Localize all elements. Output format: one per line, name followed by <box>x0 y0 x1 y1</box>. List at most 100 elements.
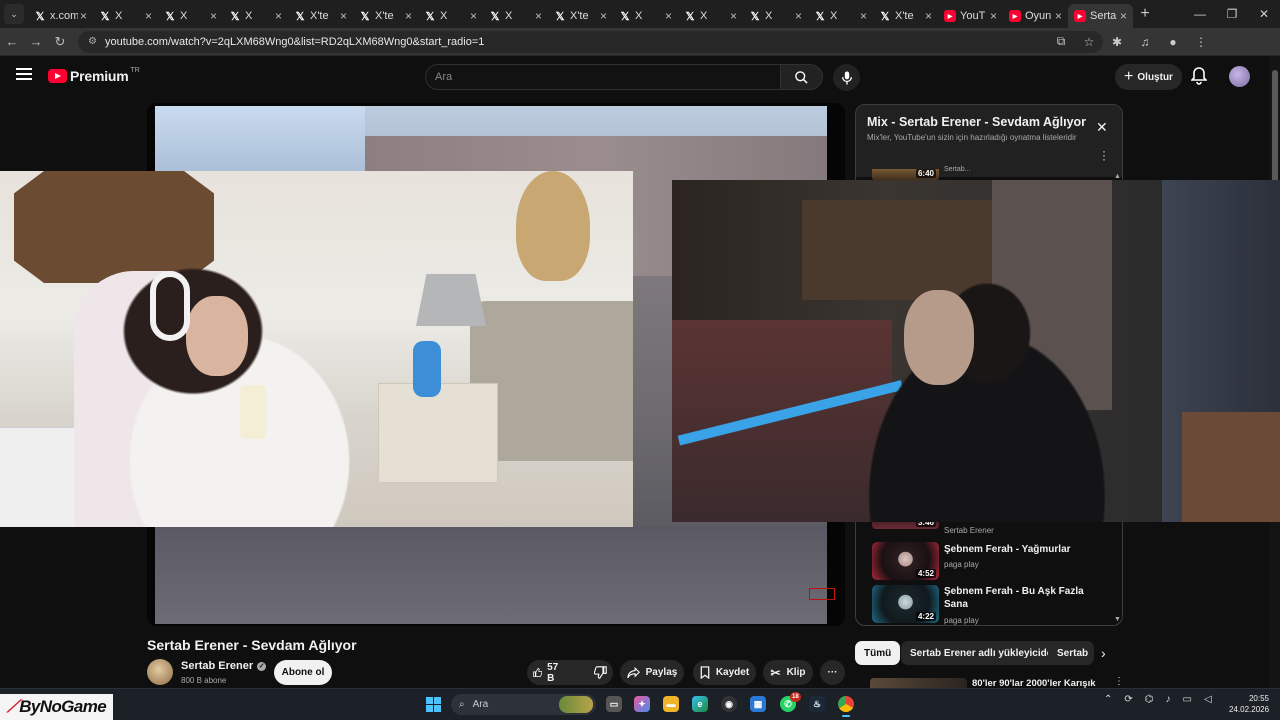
close-tab-icon[interactable]: × <box>210 9 217 23</box>
create-button[interactable]: + Oluştur <box>1115 64 1182 90</box>
close-window-button[interactable]: ✕ <box>1248 7 1280 21</box>
browser-tab[interactable]: 𝕏 X × <box>223 4 288 28</box>
reload-icon[interactable]: ↻ <box>48 34 72 50</box>
minimize-button[interactable]: — <box>1184 7 1216 21</box>
close-tab-icon[interactable]: × <box>730 9 737 23</box>
search-input[interactable]: Ara <box>425 64 781 90</box>
close-tab-icon[interactable]: × <box>860 9 867 23</box>
volume-icon[interactable]: ◁ <box>1204 694 1212 705</box>
close-tab-icon[interactable]: × <box>795 9 802 23</box>
like-button[interactable]: 57 B <box>523 660 572 685</box>
maximize-button[interactable]: ❐ <box>1216 7 1248 21</box>
playlist-item-thumbnail[interactable]: 4:22 <box>872 585 939 623</box>
recommended-video[interactable]: 80'ler 90'lar 2000'ler Karışık ⋮ <box>870 676 1130 690</box>
close-tab-icon[interactable]: × <box>535 9 542 23</box>
clip-button[interactable]: ✂ Klip <box>763 660 813 685</box>
browser-tab[interactable]: 𝕏 X × <box>483 4 548 28</box>
mix-menu-icon[interactable]: · · · <box>1102 145 1106 165</box>
browser-tab[interactable]: 𝕏 X × <box>743 4 808 28</box>
close-tab-icon[interactable]: × <box>470 9 477 23</box>
notifications-button[interactable] <box>1190 67 1208 90</box>
address-bar[interactable]: ⚙ youtube.com/watch?v=2qLXM68Wng0&list=R… <box>78 30 1103 53</box>
close-tab-icon[interactable]: × <box>665 9 672 23</box>
share-button[interactable]: Paylaş <box>620 660 684 685</box>
search-button[interactable] <box>780 64 823 90</box>
steam-icon[interactable]: ♨ <box>809 696 825 712</box>
edge-icon[interactable]: e <box>692 696 708 712</box>
media-control-icon[interactable]: ♫ <box>1131 35 1159 49</box>
browser-tab[interactable]: 𝕏 X'te × <box>548 4 613 28</box>
youtube-premium-logo[interactable]: Premium TR <box>48 67 140 84</box>
whatsapp-icon[interactable]: ✆ 18 <box>780 692 801 712</box>
account-avatar[interactable] <box>1229 66 1250 87</box>
back-icon[interactable]: ← <box>0 34 24 49</box>
browser-tab[interactable]: ▶ Serta × <box>1068 4 1133 28</box>
browser-tab[interactable]: 𝕏 X × <box>418 4 483 28</box>
site-info-icon[interactable]: ⚙ <box>88 36 97 47</box>
bookmark-star-icon[interactable]: ☆ <box>1075 35 1103 49</box>
extensions-icon[interactable]: ✱ <box>1103 35 1131 49</box>
close-tab-icon[interactable]: × <box>925 9 932 23</box>
browser-tab[interactable]: ▶ Oyun × <box>1003 4 1068 28</box>
copilot-icon[interactable]: ✦ <box>634 696 650 712</box>
close-tab-icon[interactable]: × <box>340 9 347 23</box>
browser-tab[interactable]: 𝕏 X'te × <box>873 4 938 28</box>
dislike-button[interactable] <box>584 660 617 685</box>
close-tab-icon[interactable]: × <box>1055 9 1062 23</box>
browser-tab[interactable]: 𝕏 X'te × <box>353 4 418 28</box>
scroll-down-arrow-icon[interactable]: ▼ <box>1114 616 1121 623</box>
taskbar-search[interactable]: ⌕ Ara <box>451 694 596 715</box>
browser-tab[interactable]: 𝕏 X × <box>613 4 678 28</box>
close-tab-icon[interactable]: × <box>405 9 412 23</box>
sync-icon[interactable]: ⟳ <box>1124 694 1132 705</box>
app-icon[interactable]: ◉ <box>721 696 737 712</box>
taskbar-clock[interactable]: 20:55 24.02.2026 <box>1229 693 1269 715</box>
close-tab-icon[interactable]: × <box>600 9 607 23</box>
browser-menu-icon[interactable]: ⋮ <box>1187 35 1215 49</box>
playlist-item-thumbnail[interactable]: 4:52 <box>872 542 939 580</box>
scroll-up-arrow-icon[interactable]: ▲ <box>1114 173 1121 180</box>
display-icon[interactable]: ▭ <box>1183 694 1192 705</box>
menu-icon[interactable] <box>16 68 32 80</box>
chip-all[interactable]: Tümü <box>855 641 901 665</box>
close-tab-icon[interactable]: × <box>1120 9 1127 23</box>
browser-tab[interactable]: ▶ YouT × <box>938 4 1003 28</box>
browser-tab[interactable]: 𝕏 X × <box>93 4 158 28</box>
voice-search-button[interactable] <box>833 64 860 91</box>
chrome-icon[interactable] <box>838 696 854 717</box>
browser-tab[interactable]: 𝕏 X'te × <box>288 4 353 28</box>
close-tab-icon[interactable]: × <box>145 9 152 23</box>
network-icon[interactable]: ⌬ <box>1145 694 1154 705</box>
playlist-item-title[interactable]: Şebnem Ferah - Bu Aşk Fazla Sana <box>944 585 1094 611</box>
chevron-right-icon[interactable]: › <box>1101 645 1106 661</box>
channel-name[interactable]: Sertab Erener ✓ <box>181 660 267 672</box>
subscribe-button[interactable]: Abone ol <box>274 660 332 685</box>
more-actions-button[interactable]: ··· <box>820 660 845 685</box>
close-icon[interactable]: ✕ <box>1096 119 1108 136</box>
browser-tab[interactable]: 𝕏x.com × <box>28 4 93 28</box>
close-tab-icon[interactable]: × <box>275 9 282 23</box>
task-view-icon[interactable]: ▭ <box>606 696 622 712</box>
forward-icon[interactable]: → <box>24 34 48 49</box>
tab-search-menu-icon[interactable]: ⌄ <box>4 4 24 24</box>
browser-tab[interactable]: 𝕏 X × <box>678 4 743 28</box>
close-tab-icon[interactable]: × <box>80 9 87 23</box>
playlist-item-title[interactable]: Şebnem Ferah - Yağmurlar <box>944 543 1094 556</box>
install-app-icon[interactable]: ⧉ <box>1047 34 1075 49</box>
file-explorer-icon[interactable]: ▬ <box>663 696 679 712</box>
chip-sertab[interactable]: Sertab <box>1048 641 1094 665</box>
chip-from-uploader[interactable]: Sertab Erener adlı yükleyiciden <box>901 641 1068 665</box>
recommended-menu-icon[interactable]: ⋮ <box>1114 676 1124 687</box>
browser-tab[interactable]: 𝕏 X × <box>158 4 223 28</box>
mic-tray-icon[interactable]: ♪ <box>1166 694 1171 705</box>
windows-start-icon[interactable] <box>426 697 441 712</box>
close-tab-icon[interactable]: × <box>990 9 997 23</box>
profile-icon[interactable]: ● <box>1159 35 1187 49</box>
chevron-up-icon[interactable]: ⌃ <box>1104 694 1112 705</box>
channel-avatar[interactable] <box>147 659 173 685</box>
new-tab-button[interactable]: + <box>1133 5 1157 23</box>
browser-tab[interactable]: 𝕏 X × <box>808 4 873 28</box>
store-icon[interactable]: ▦ <box>750 696 766 712</box>
save-button[interactable]: Kaydet <box>693 660 756 685</box>
verified-icon: ✓ <box>257 661 267 671</box>
